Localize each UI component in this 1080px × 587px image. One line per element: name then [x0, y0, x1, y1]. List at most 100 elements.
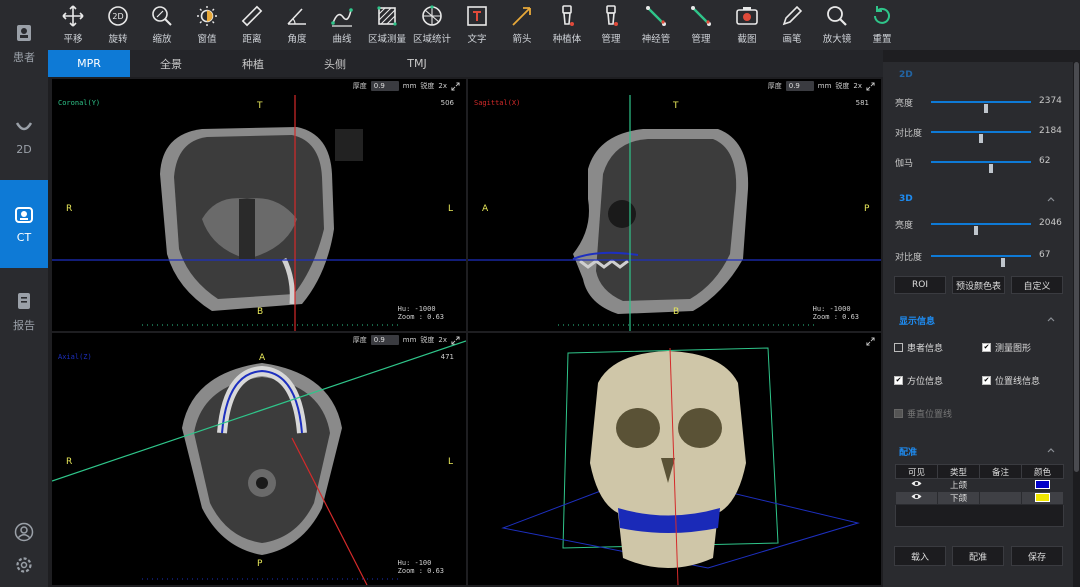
- sidebar-item-ct[interactable]: CT: [0, 180, 48, 268]
- slider-track[interactable]: [931, 255, 1031, 267]
- tool-area-measure[interactable]: 区域测量: [365, 4, 409, 46]
- slider-thumb[interactable]: [1001, 258, 1005, 267]
- sidebar-item-patient[interactable]: 患者: [0, 0, 48, 88]
- color-cell[interactable]: [1021, 491, 1064, 505]
- roi-button[interactable]: ROI: [894, 276, 946, 294]
- sagittal-viewport[interactable]: 厚度 0.9 mm 锐度 2x Sagittal(X) 581 T A P B …: [468, 79, 881, 331]
- load-button[interactable]: 载入: [894, 546, 946, 566]
- tool-implant-manage[interactable]: 管理: [589, 4, 633, 46]
- slider-track[interactable]: [931, 131, 1031, 143]
- slider-brightness-2d[interactable]: 亮度 2374: [895, 94, 1065, 113]
- thickness-select[interactable]: 0.9: [785, 81, 814, 91]
- checkbox[interactable]: [894, 343, 903, 352]
- tool-arrow[interactable]: 箭头: [500, 4, 544, 46]
- custom-button[interactable]: 自定义: [1011, 276, 1063, 294]
- tool-implant[interactable]: 种植体: [545, 4, 589, 46]
- chevron-up-icon[interactable]: [1047, 195, 1055, 203]
- table-header-row: 可见 类型 备注 颜色: [895, 464, 1064, 479]
- color-cell[interactable]: [1021, 478, 1064, 492]
- visibility-cell[interactable]: [895, 491, 938, 505]
- tool-window-level[interactable]: 窗值: [185, 4, 229, 46]
- orientation-bottom: B: [257, 307, 264, 317]
- checkbox-vertical-position-line[interactable]: 垂直位置线: [894, 407, 952, 420]
- checkbox-measure-shapes[interactable]: ✔ 测量图形: [982, 341, 1031, 354]
- zoom-value: Zoom : 0.63: [397, 313, 444, 321]
- checkbox[interactable]: ✔: [982, 343, 991, 352]
- chevron-up-icon[interactable]: [1047, 315, 1055, 323]
- tool-screenshot[interactable]: 截图: [725, 4, 769, 46]
- slider-thumb[interactable]: [989, 164, 993, 173]
- register-button[interactable]: 配准: [952, 546, 1004, 566]
- checkbox[interactable]: [894, 409, 903, 418]
- type-cell: 上颌: [937, 478, 980, 492]
- tool-area-stats[interactable]: 区域统计: [410, 4, 454, 46]
- expand-icon[interactable]: [866, 337, 875, 346]
- slider-thumb[interactable]: [984, 104, 988, 113]
- save-button[interactable]: 保存: [1011, 546, 1063, 566]
- slider-thumb[interactable]: [979, 134, 983, 143]
- gear-icon[interactable]: [14, 555, 34, 575]
- tool-pan[interactable]: 平移: [51, 4, 95, 46]
- chevron-up-icon[interactable]: [1047, 446, 1055, 454]
- slider-label: 伽马: [895, 159, 914, 169]
- tool-magnifier[interactable]: 放大镜: [815, 4, 859, 46]
- orientation-top: A: [259, 353, 266, 363]
- eye-icon[interactable]: [911, 493, 922, 500]
- tool-zoom[interactable]: 缩放: [140, 4, 184, 46]
- coronal-viewport[interactable]: 厚度 0.9 mm 锐度 2x Coronal(Y) 506 T R L B H…: [52, 79, 466, 331]
- tool-curve[interactable]: 曲线: [320, 4, 364, 46]
- tool-text[interactable]: 文字: [455, 4, 499, 46]
- zoom-icon: [152, 6, 172, 26]
- checkbox-position-line-info[interactable]: ✔ 位置线信息: [982, 374, 1040, 387]
- color-swatch[interactable]: [1035, 480, 1050, 489]
- slider-brightness-3d[interactable]: 亮度 2046: [895, 216, 1065, 235]
- visibility-cell[interactable]: [895, 478, 938, 492]
- tab-mpr[interactable]: MPR: [48, 50, 130, 77]
- checkbox-orientation-info[interactable]: ✔ 方位信息: [894, 374, 943, 387]
- expand-icon[interactable]: [866, 81, 875, 91]
- user-icon[interactable]: [14, 522, 34, 542]
- table-row[interactable]: 上颌: [895, 478, 1064, 492]
- tool-angle[interactable]: 角度: [275, 4, 319, 46]
- slider-gamma-2d[interactable]: 伽马 62: [895, 154, 1065, 173]
- sidebar-item-report[interactable]: 报告: [0, 268, 48, 356]
- thickness-select[interactable]: 0.9: [370, 335, 399, 345]
- volume-3d-viewport[interactable]: [468, 333, 881, 585]
- tab-panorama[interactable]: 全景: [130, 50, 212, 77]
- thickness-select[interactable]: 0.9: [370, 81, 399, 91]
- left-sidebar: 患者 2D CT 报告: [0, 0, 48, 587]
- tab-tmj[interactable]: TMJ: [376, 50, 458, 77]
- tool-reset[interactable]: 重置: [860, 4, 904, 46]
- slider-track[interactable]: [931, 223, 1031, 235]
- table-row[interactable]: 下颌: [895, 491, 1064, 505]
- screenshot-icon: [736, 7, 758, 25]
- tool-rotate[interactable]: 2D 旋转: [96, 4, 140, 46]
- panel-scrollbar-thumb[interactable]: [1074, 62, 1079, 472]
- axial-viewport[interactable]: 厚度 0.9 mm 锐度 2x Axial(Z) 471 A R L P Hu:…: [52, 333, 466, 585]
- tool-nerve-manage[interactable]: 管理: [679, 4, 723, 46]
- sharpness-value[interactable]: 2x: [438, 336, 447, 344]
- nerve-manage-icon: [691, 6, 711, 26]
- slider-contrast-2d[interactable]: 对比度 2184: [895, 124, 1065, 143]
- slider-track[interactable]: [931, 161, 1031, 173]
- tool-pen[interactable]: 画笔: [770, 4, 814, 46]
- tab-implant[interactable]: 种植: [212, 50, 294, 77]
- tab-ceph[interactable]: 头侧: [294, 50, 376, 77]
- color-swatch[interactable]: [1035, 493, 1050, 502]
- eye-icon[interactable]: [911, 480, 922, 487]
- preset-color-table-button[interactable]: 预设颜色表: [952, 276, 1005, 294]
- slider-track[interactable]: [931, 101, 1031, 113]
- sharpness-value[interactable]: 2x: [438, 82, 447, 90]
- slider-contrast-3d[interactable]: 对比度 67: [895, 248, 1065, 267]
- sharpness-value[interactable]: 2x: [853, 82, 862, 90]
- expand-icon[interactable]: [451, 81, 460, 91]
- sidebar-item-2d[interactable]: 2D: [0, 92, 48, 180]
- slider-thumb[interactable]: [974, 226, 978, 235]
- checkbox[interactable]: ✔: [982, 376, 991, 385]
- checkbox-patient-info[interactable]: 患者信息: [894, 341, 943, 354]
- checkbox[interactable]: ✔: [894, 376, 903, 385]
- tool-label: 区域统计: [412, 34, 451, 45]
- tool-nerve-canal[interactable]: 神经管: [634, 4, 678, 46]
- tool-distance[interactable]: 距离: [230, 4, 274, 46]
- expand-icon[interactable]: [451, 335, 460, 345]
